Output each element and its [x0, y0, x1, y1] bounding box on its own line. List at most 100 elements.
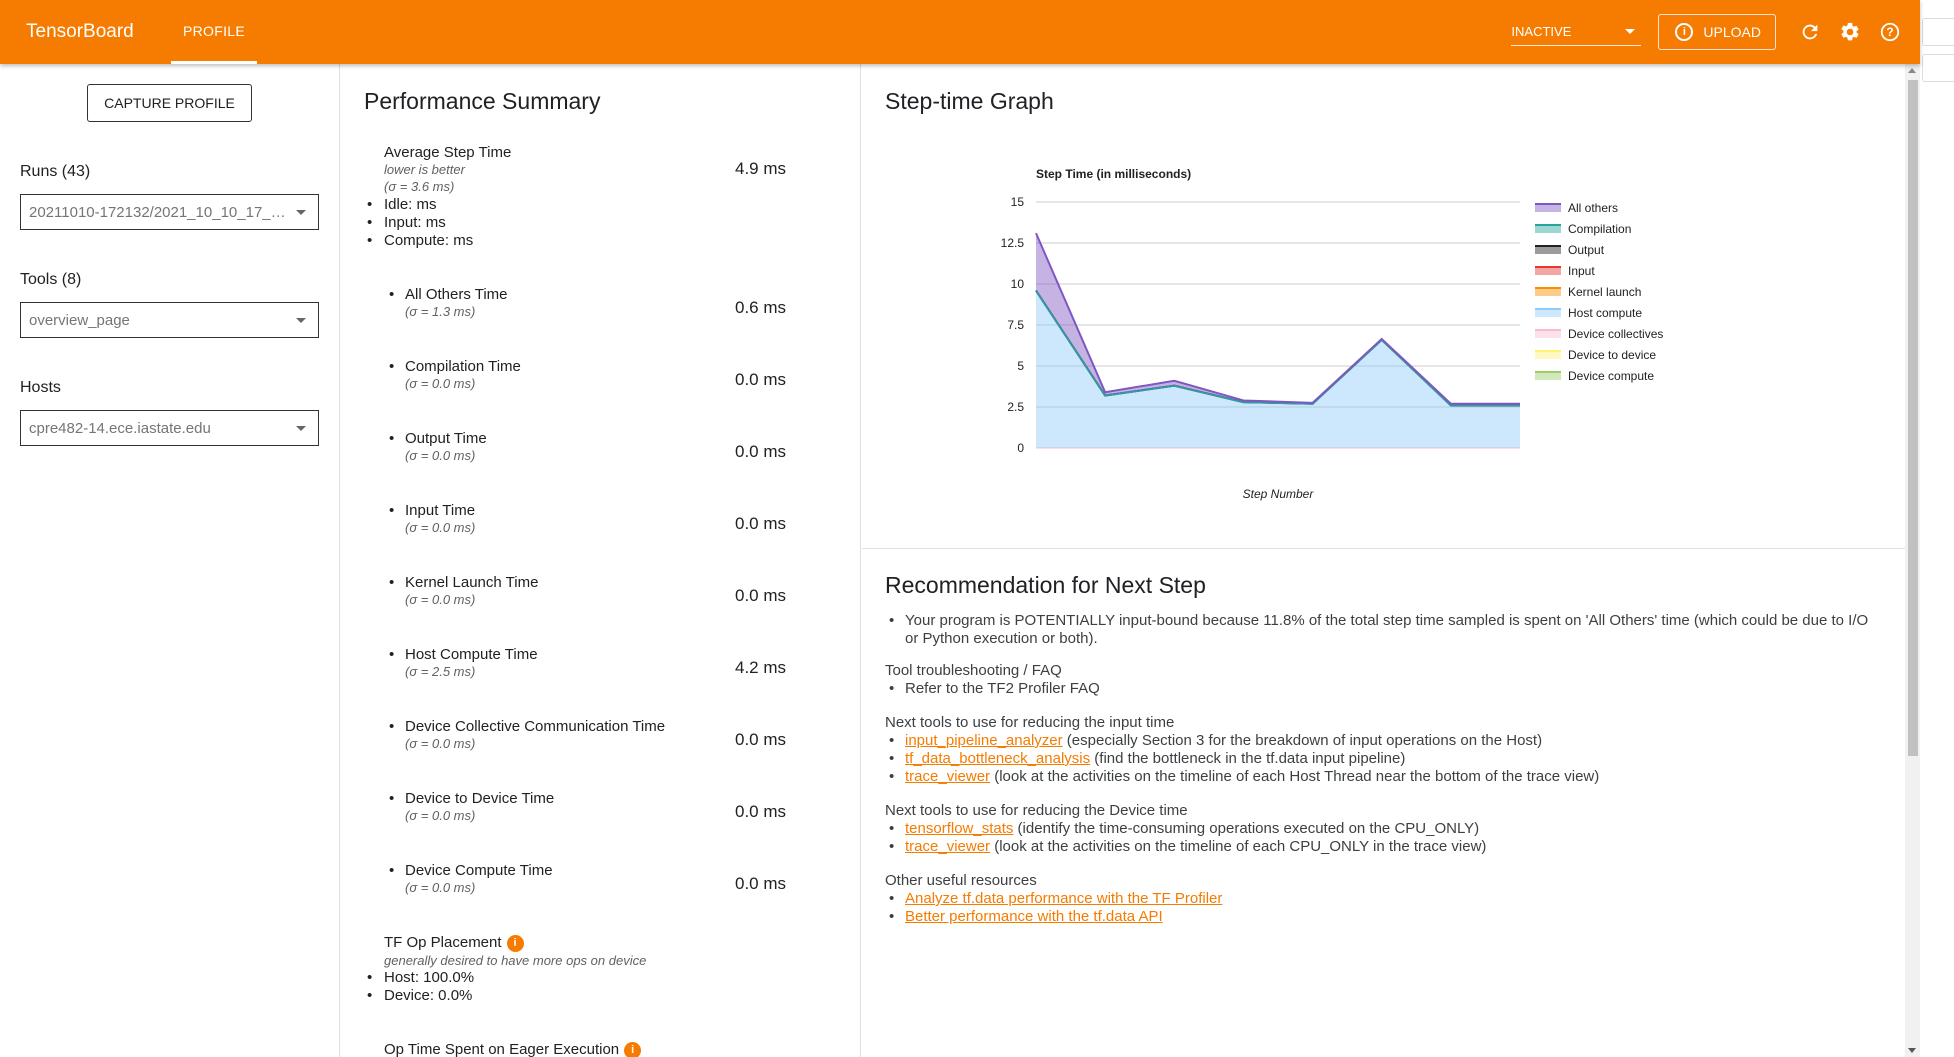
top-app-bar: TensorBoard PROFILE INACTIVE i UPLOAD ?	[0, 0, 1920, 64]
metric-label-wrap: • Device to Device Time	[389, 790, 555, 807]
capture-profile-button[interactable]: CAPTURE PROFILE	[87, 84, 252, 122]
metric-value: 0.0 ms	[735, 586, 787, 605]
info-icon[interactable]: i	[506, 934, 524, 952]
app-title: TensorBoard	[26, 21, 134, 42]
side-tab-bottom[interactable]	[1922, 54, 1954, 82]
metric-row: • Output Time (σ = 0.0 ms)	[389, 430, 487, 464]
metric-sigma: (σ = 0.0 ms)	[405, 376, 476, 391]
bullet-icon: •	[389, 718, 395, 735]
device-tool-description: (identify the time-consuming operations …	[1013, 820, 1480, 837]
resource-item: Analyze tf.data performance with the TF …	[885, 890, 1885, 908]
metric-value: 0.0 ms	[735, 370, 787, 389]
performance-summary-title: Performance Summary	[364, 88, 601, 114]
input-tools-heading: Next tools to use for reducing the input…	[885, 714, 1175, 731]
svg-text:?: ?	[1886, 25, 1893, 39]
step-time-graph-card: Step-time Graph Step Time (in millisecon…	[862, 64, 1905, 549]
legend-label[interactable]: Device to device	[1568, 348, 1656, 362]
metric-label: Output Time	[405, 430, 487, 447]
recommendation-card: Recommendation for Next Step Your progra…	[862, 550, 1905, 1057]
tools-select[interactable]: overview_page	[20, 302, 319, 338]
line-compilation	[1035, 290, 1520, 407]
metric-label-wrap: • Input Time	[389, 502, 476, 519]
refresh-icon[interactable]	[1790, 12, 1830, 52]
resource-link[interactable]: Analyze tf.data performance with the TF …	[905, 890, 1222, 907]
metric-sigma: (σ = 0.0 ms)	[405, 736, 476, 751]
legend-label[interactable]: Compilation	[1568, 222, 1631, 236]
scrollbar-thumb[interactable]	[1908, 80, 1918, 756]
chevron-down-icon	[1625, 29, 1636, 34]
line-input	[1035, 290, 1520, 406]
metric-label-wrap: • Kernel Launch Time	[389, 574, 539, 591]
runs-label: Runs (43)	[20, 163, 91, 180]
device-placement: Device: 0.0%	[367, 987, 472, 1004]
metric-sigma: (σ = 2.5 ms)	[405, 664, 476, 679]
run-status-select[interactable]: INACTIVE	[1511, 18, 1642, 46]
legend-label[interactable]: Output	[1568, 243, 1605, 257]
metric-label: Input Time	[405, 502, 476, 519]
legend-label[interactable]: Kernel launch	[1568, 285, 1641, 299]
y-tick-label: 0	[1017, 441, 1024, 455]
side-tab-top[interactable]	[1922, 18, 1954, 46]
metric-label: Device to Device Time	[405, 790, 555, 807]
legend-swatch	[1535, 330, 1561, 338]
average-step-time-label: Average Step Time	[384, 144, 512, 161]
metric-label: Kernel Launch Time	[405, 574, 539, 591]
resources-heading: Other useful resources	[885, 872, 1037, 889]
resource-link[interactable]: Better performance with the tf.data API	[905, 908, 1163, 925]
runs-value: 20211010-172132/2021_10_10_17_21_40	[29, 203, 287, 221]
metric-row: • Device to Device Time (σ = 0.0 ms)	[389, 790, 555, 824]
faq-heading: Tool troubleshooting / FAQ	[885, 662, 1062, 679]
bullet-icon: •	[389, 574, 395, 591]
metric-value: 0.0 ms	[735, 514, 787, 533]
legend-swatch	[1535, 267, 1561, 275]
info-icon[interactable]: i	[624, 1041, 642, 1057]
upload-button[interactable]: i UPLOAD	[1658, 14, 1776, 50]
metric-row: • All Others Time (σ = 1.3 ms)	[389, 286, 508, 320]
line-kernel-launch	[1035, 290, 1520, 406]
area-host-compute	[1036, 290, 1520, 448]
eager-execution: Op Time Spent on Eager Execution i	[384, 1041, 642, 1057]
x-axis-label: Step Number	[1243, 487, 1315, 501]
metric-sigma: (σ = 0.0 ms)	[405, 880, 476, 895]
input-tool-link[interactable]: tf_data_bottleneck_analysis	[905, 750, 1090, 767]
metric-row: • Device Collective Communication Time (σ …	[389, 718, 665, 752]
input-tool-item: tf_data_bottleneck_analysis (find the bo…	[885, 750, 1885, 768]
average-step-time-value: 4.9 ms	[735, 159, 787, 178]
average-step-time: Average Step Time lower is better (σ = 3…	[384, 144, 511, 195]
settings-icon[interactable]	[1830, 12, 1870, 52]
area-all-others	[1036, 233, 1520, 406]
info-icon: i	[1675, 23, 1694, 41]
step-time-chart[interactable]: Step Time (in milliseconds) 0 2.5 5 7.5 10 12.…	[862, 64, 1905, 549]
legend-label[interactable]: Input	[1568, 264, 1595, 278]
input-tools-section: Next tools to use for reducing the input…	[885, 714, 1885, 786]
scroll-down-icon[interactable]	[1908, 1048, 1916, 1053]
help-icon[interactable]: ?	[1870, 12, 1910, 52]
scroll-up-icon[interactable]	[1908, 68, 1916, 73]
metric-label: Host Compute Time	[405, 646, 538, 663]
y-tick-label: 12.5	[1001, 236, 1025, 250]
metric-label: Device Compute Time	[405, 862, 553, 879]
tools-value: overview_page	[29, 311, 130, 329]
metric-row: • Input Time (σ = 0.0 ms)	[389, 502, 476, 536]
tools-label: Tools (8)	[20, 271, 82, 288]
recommendation-title: Recommendation for Next Step	[885, 572, 1206, 598]
input-tool-link[interactable]: trace_viewer	[905, 768, 990, 785]
tab-profile[interactable]: PROFILE	[171, 0, 258, 64]
chevron-down-icon	[296, 318, 306, 323]
y-tick-label: 15	[1011, 195, 1025, 209]
input-tool-link[interactable]: input_pipeline_analyzer	[905, 732, 1063, 749]
device-tool-item: tensorflow_stats (identify the time-cons…	[885, 820, 1885, 838]
device-tool-link[interactable]: trace_viewer	[905, 838, 990, 855]
legend-label[interactable]: Device compute	[1568, 369, 1654, 383]
legend-label[interactable]: Device collectives	[1568, 327, 1663, 341]
y-tick-label: 10	[1011, 277, 1025, 291]
hosts-select[interactable]: cpre482-14.ece.iastate.edu	[20, 410, 319, 446]
input-tool-description: (look at the activities on the timeline …	[990, 768, 1600, 785]
legend-label[interactable]: All others	[1568, 201, 1618, 215]
legend-label[interactable]: Host compute	[1568, 306, 1642, 320]
device-tool-link[interactable]: tensorflow_stats	[905, 820, 1013, 837]
faq-section: Tool troubleshooting / FAQ Refer to the …	[885, 662, 1885, 698]
device-tools-heading: Next tools to use for reducing the Devic…	[885, 802, 1188, 819]
line-host-compute	[1035, 290, 1520, 407]
runs-select[interactable]: 20211010-172132/2021_10_10_17_21_40	[20, 194, 319, 230]
